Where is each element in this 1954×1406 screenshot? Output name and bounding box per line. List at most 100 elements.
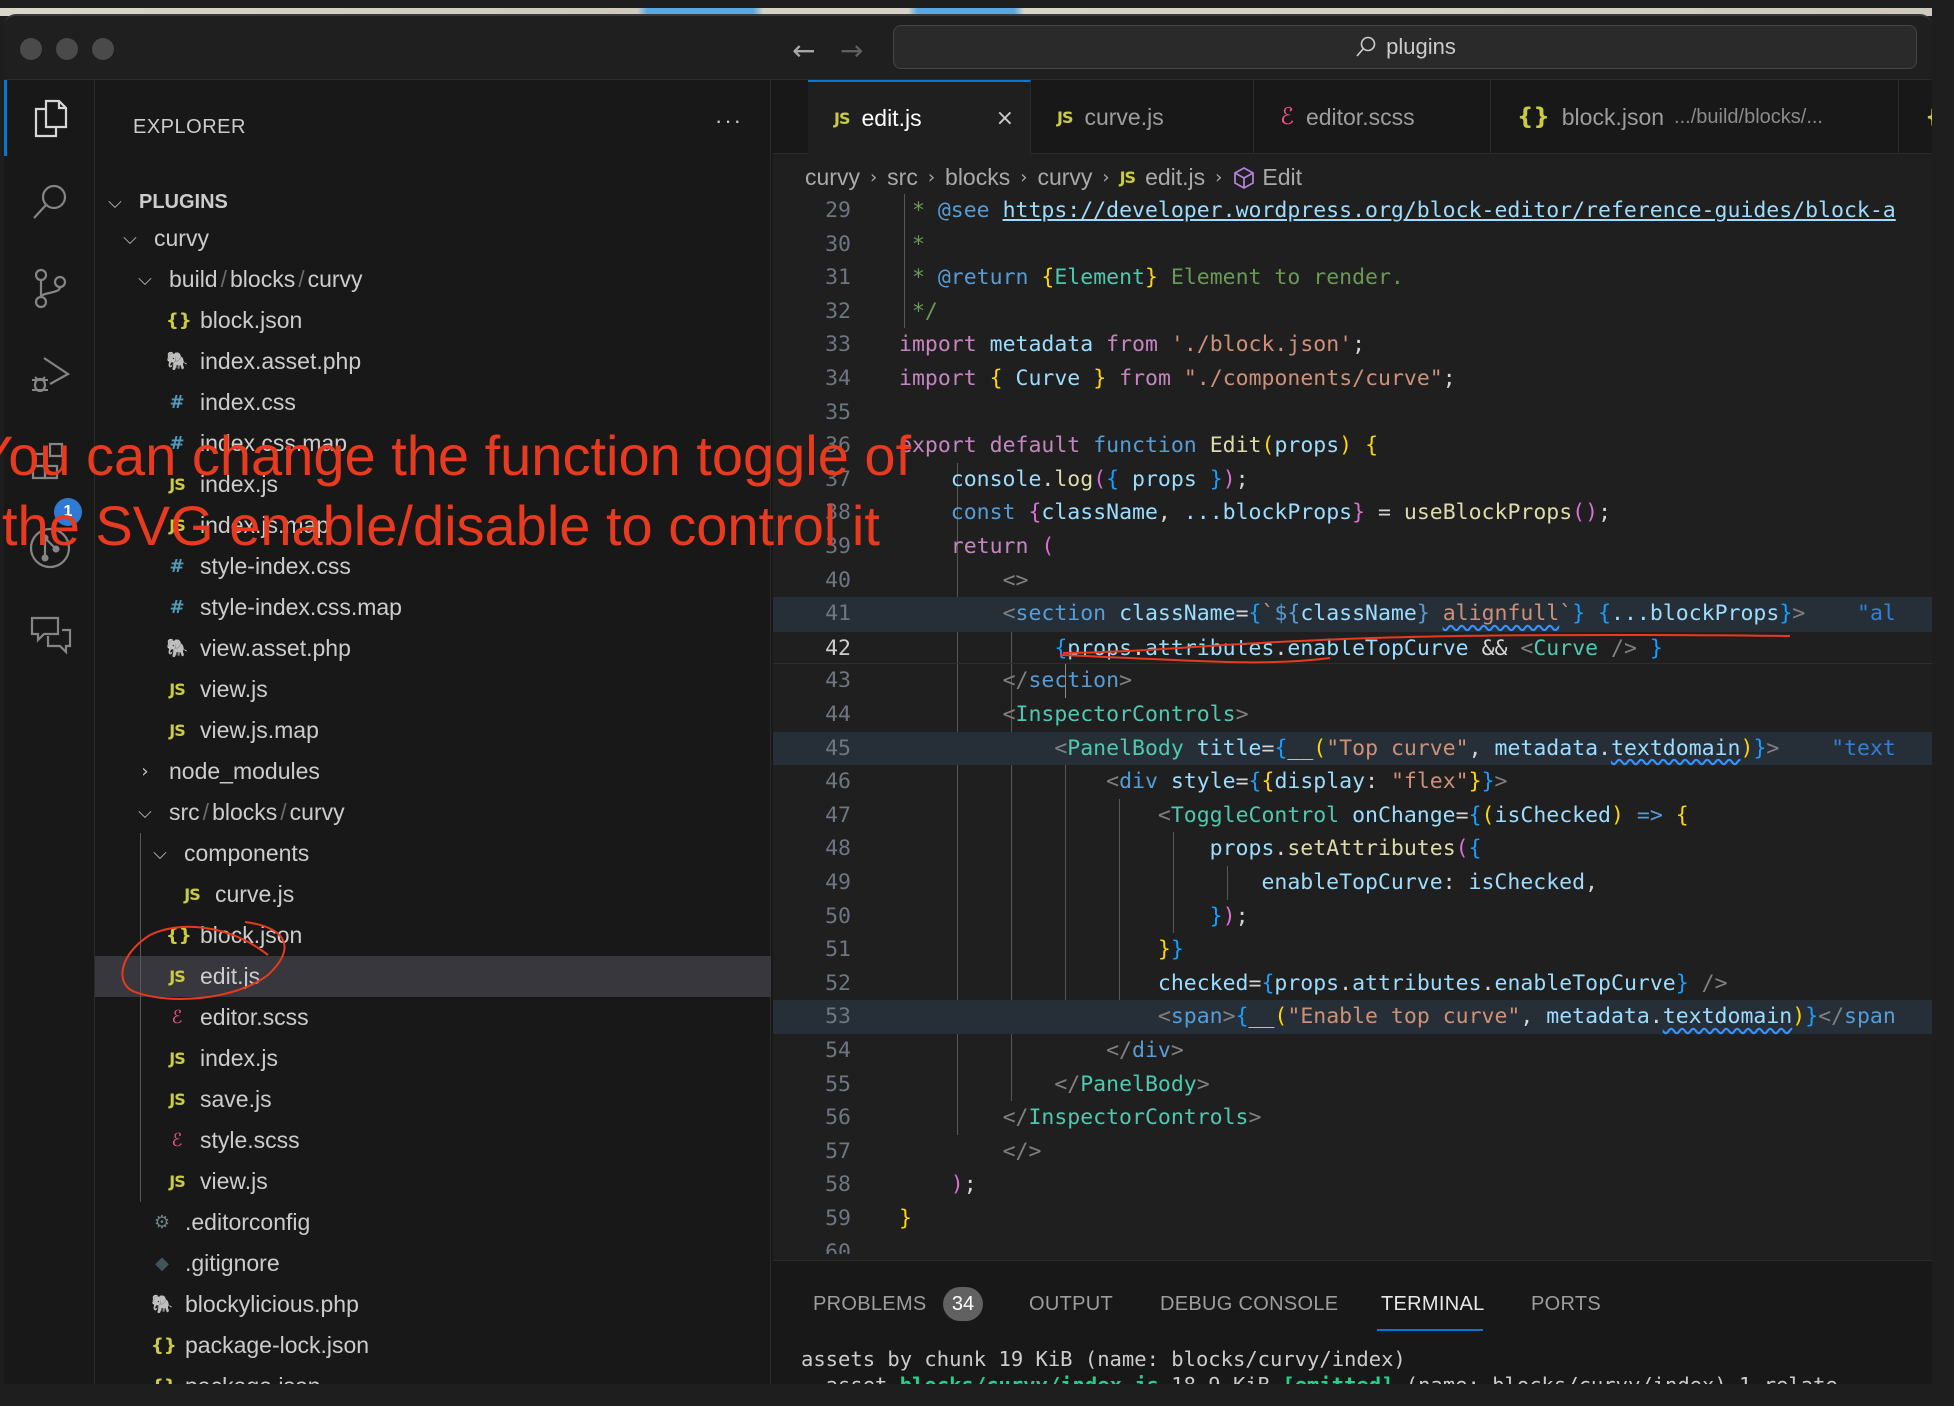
code-token: props	[1067, 635, 1133, 661]
css-file-icon: #	[169, 392, 185, 413]
line-number: 60	[825, 1239, 851, 1254]
code-line: 45 <PanelBody title={__("Top curve", met…	[773, 731, 1932, 766]
tree-file[interactable]: {} block.json	[95, 300, 771, 341]
problems-count-badge: 34	[943, 1287, 983, 1321]
tree-file[interactable]: JS view.js	[95, 1161, 771, 1202]
line-number: 53	[825, 1004, 851, 1030]
code-link[interactable]: https://developer.wordpress.org/block-ed…	[1003, 198, 1896, 223]
tree-file[interactable]: # index.css	[95, 382, 771, 423]
command-center-search[interactable]: plugins	[893, 25, 1917, 69]
chevron-down-icon: ⌵	[138, 269, 152, 290]
tab-overflow[interactable]: {	[1899, 80, 1932, 154]
code-token: enableTopCurve	[1494, 970, 1676, 996]
tree-file[interactable]: JS view.js	[95, 669, 771, 710]
json-file-icon: {}	[166, 310, 192, 331]
tree-folder[interactable]: ⌵ components	[95, 833, 771, 874]
code-token: log	[1054, 466, 1094, 492]
tree-file[interactable]: JS save.js	[95, 1079, 771, 1120]
more-actions-button[interactable]: ···	[715, 108, 743, 134]
path-segment: build	[169, 266, 218, 292]
js-file-icon: JS	[834, 108, 851, 128]
code-token: "flex"	[1390, 769, 1469, 795]
breadcrumb-item[interactable]: blocks	[945, 164, 1010, 191]
js-file-icon: JS	[169, 967, 185, 986]
code-token: *	[899, 198, 938, 223]
tab-curve-js[interactable]: JS curve.js	[1031, 80, 1254, 154]
tree-file[interactable]: # style-index.css.map	[95, 587, 771, 628]
code-token: isChecked	[1468, 870, 1586, 895]
panel-tab-problems[interactable]: PROBLEMS	[813, 1293, 927, 1316]
path-segment: blocks	[230, 266, 296, 292]
run-debug-icon[interactable]	[28, 352, 72, 396]
close-icon[interactable]: ×	[996, 106, 1014, 131]
tree-file[interactable]: ℰstyle.scss	[95, 1120, 771, 1161]
panel-tab-debug-console[interactable]: DEBUG CONSOLE	[1160, 1293, 1338, 1316]
breadcrumb-item[interactable]: curvy	[805, 164, 860, 191]
breadcrumb-item[interactable]: edit.js	[1145, 164, 1205, 191]
code-editor[interactable]: 29 * @see https://developer.wordpress.or…	[773, 194, 1932, 1254]
path-separator: /	[220, 266, 227, 292]
path-segment: src	[169, 799, 200, 825]
tree-item-label: index.css	[200, 389, 296, 415]
tree-folder[interactable]: ⌵ src / blocks / curvy	[95, 792, 771, 833]
tree-file[interactable]: 🐘 blockylicious.php	[95, 1284, 771, 1325]
tree-file[interactable]: ◆ .gitignore	[95, 1243, 771, 1284]
tree-file[interactable]: {} block.json	[95, 915, 771, 956]
title-bar: ← → plugins	[4, 16, 1932, 80]
tree-file[interactable]: ℰeditor.scss	[95, 997, 771, 1038]
tree-file[interactable]: JS edit.js	[95, 956, 771, 997]
activity-bar: 1	[4, 80, 95, 1384]
tree-file[interactable]: JS curve.js	[95, 874, 771, 915]
tree-file[interactable]: {} package.json	[95, 1366, 771, 1384]
window-close-button[interactable]	[20, 38, 42, 60]
line-number: 46	[825, 769, 851, 795]
code-token: attributes	[1144, 635, 1275, 661]
tree-file[interactable]: 🐘 view.asset.php	[95, 628, 771, 669]
code-token: */	[899, 298, 938, 324]
panel-tab-ports[interactable]: PORTS	[1531, 1293, 1601, 1316]
panel-tab-terminal[interactable]: TERMINAL	[1381, 1293, 1485, 1316]
tab-block-json[interactable]: {} block.json .../build/blocks/...	[1491, 80, 1899, 154]
js-file-icon: JS	[169, 680, 185, 699]
active-indicator	[4, 80, 7, 156]
tree-file[interactable]: JS view.js.map	[95, 710, 771, 751]
tree-file[interactable]: 🐘 index.asset.php	[95, 341, 771, 382]
tab-label: curve.js	[1084, 103, 1164, 130]
code-line: 46 <div style={{display: "flex"}}>	[773, 765, 1932, 799]
code-token: section	[1028, 668, 1120, 694]
window-zoom-button[interactable]	[92, 38, 114, 60]
annotation-text-line-2: the SVG enable/disable to control it	[2, 494, 880, 557]
chevron-right-icon: ›	[1215, 167, 1223, 188]
breadcrumb-item[interactable]: curvy	[1037, 164, 1092, 191]
breadcrumb-item[interactable]: src	[887, 164, 918, 191]
js-file-icon: JS	[169, 1049, 185, 1068]
tree-folder[interactable]: ⌵ curvy	[95, 218, 771, 259]
comments-icon[interactable]	[28, 612, 72, 656]
tree-folder[interactable]: ⌵ build / blocks / curvy	[95, 259, 771, 300]
code-token: import	[899, 332, 977, 358]
tree-file[interactable]: JS index.js	[95, 1038, 771, 1079]
panel-tab-output[interactable]: OUTPUT	[1029, 1293, 1113, 1316]
window-minimize-button[interactable]	[56, 38, 78, 60]
code-token: metadata	[1494, 735, 1599, 761]
tab-editor-scss[interactable]: ℰ editor.scss	[1254, 80, 1491, 154]
tree-file[interactable]: ⚙ .editorconfig	[95, 1202, 771, 1243]
code-token: style	[1170, 769, 1236, 795]
files-icon[interactable]	[28, 96, 72, 140]
tree-root-plugins[interactable]: ⌵ PLUGINS	[95, 182, 771, 223]
tab-edit-js[interactable]: JS edit.js ×	[808, 80, 1031, 154]
arrow-left-icon[interactable]: ←	[792, 34, 815, 67]
code-token: Element	[1054, 265, 1145, 291]
code-token: *	[899, 265, 938, 291]
source-control-icon[interactable]	[28, 266, 72, 310]
tree-folder[interactable]: › node_modules	[95, 751, 771, 792]
arrow-right-icon[interactable]: →	[840, 34, 863, 67]
search-icon[interactable]	[28, 180, 72, 224]
code-token: props	[1209, 836, 1275, 862]
terminal-text: 18.9 KiB	[1159, 1373, 1282, 1384]
code-line: 60	[773, 1236, 1932, 1254]
terminal-line: asset blocks/curvy/index.js 18.9 KiB [em…	[801, 1373, 1838, 1384]
breadcrumb-item[interactable]: Edit	[1262, 164, 1302, 191]
tree-file[interactable]: {} package-lock.json	[95, 1325, 771, 1366]
code-token: InspectorControls	[1028, 1105, 1249, 1131]
